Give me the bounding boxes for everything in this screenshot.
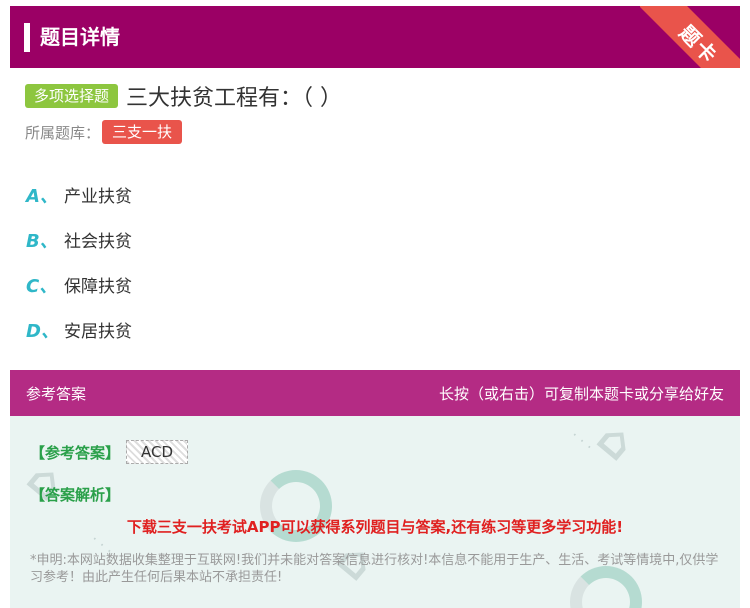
header-accent-bar: [24, 23, 30, 52]
download-app-promo[interactable]: 下载三支一扶考试APP可以获得系列题目与答案,还有练习等更多学习功能!: [10, 516, 740, 537]
option-text: 产业扶贫: [64, 187, 132, 207]
answer-header: 参考答案 长按（或右击）可复制本题卡或分享给好友: [10, 370, 740, 416]
option-text: 社会扶贫: [64, 232, 132, 252]
reference-answer-value[interactable]: ACD: [126, 440, 189, 464]
option-b[interactable]: B、 社会扶贫: [26, 217, 132, 262]
option-d[interactable]: D、 安居扶贫: [26, 307, 132, 352]
option-letter: A、: [26, 185, 58, 207]
options-list: A、 产业扶贫 B、 社会扶贫 C、 保障扶贫 D、 安居扶贫: [26, 172, 132, 352]
ribbon-label: 题卡: [674, 20, 723, 68]
option-a[interactable]: A、 产业扶贫: [26, 172, 132, 217]
question-type-badge: 多项选择题: [25, 84, 119, 108]
share-hint[interactable]: 长按（或右击）可复制本题卡或分享给好友: [439, 383, 724, 404]
question-row: 多项选择题 三大扶贫工程有：（ ）: [25, 80, 342, 112]
answer-header-title: 参考答案: [26, 384, 87, 403]
question-card-ribbon[interactable]: 题卡: [640, 6, 740, 68]
page-title: 题目详情: [40, 25, 120, 49]
option-letter: C、: [26, 275, 58, 297]
option-c[interactable]: C、 保障扶贫: [26, 262, 132, 307]
reference-answer-label: 【参考答案】: [30, 443, 121, 462]
answer-body: ⌂ ⌂ ⌂ · · · · · · 【参考答案】 ACD 【答案解析】 下载三支…: [10, 416, 740, 608]
reference-answer-row: 【参考答案】 ACD: [30, 440, 189, 464]
analysis-label: 【答案解析】: [30, 486, 121, 504]
watermark-glyph: ⌂: [587, 416, 645, 472]
option-letter: D、: [26, 320, 59, 342]
option-text: 保障扶贫: [64, 277, 132, 297]
question-bank-row: 所属题库： 三支一扶: [25, 120, 183, 144]
disclaimer-text: *申明:本网站数据收集整理于互联网!我们并未能对答案信息进行核对!本信息不能用于…: [30, 553, 719, 585]
bank-tag[interactable]: 三支一扶: [102, 120, 183, 144]
bank-label: 所属题库：: [25, 123, 101, 142]
option-text: 安居扶贫: [64, 322, 132, 342]
question-text: 三大扶贫工程有：（ ）: [126, 86, 343, 111]
page-header: 题目详情 题卡: [10, 6, 740, 68]
option-letter: B、: [26, 230, 58, 252]
